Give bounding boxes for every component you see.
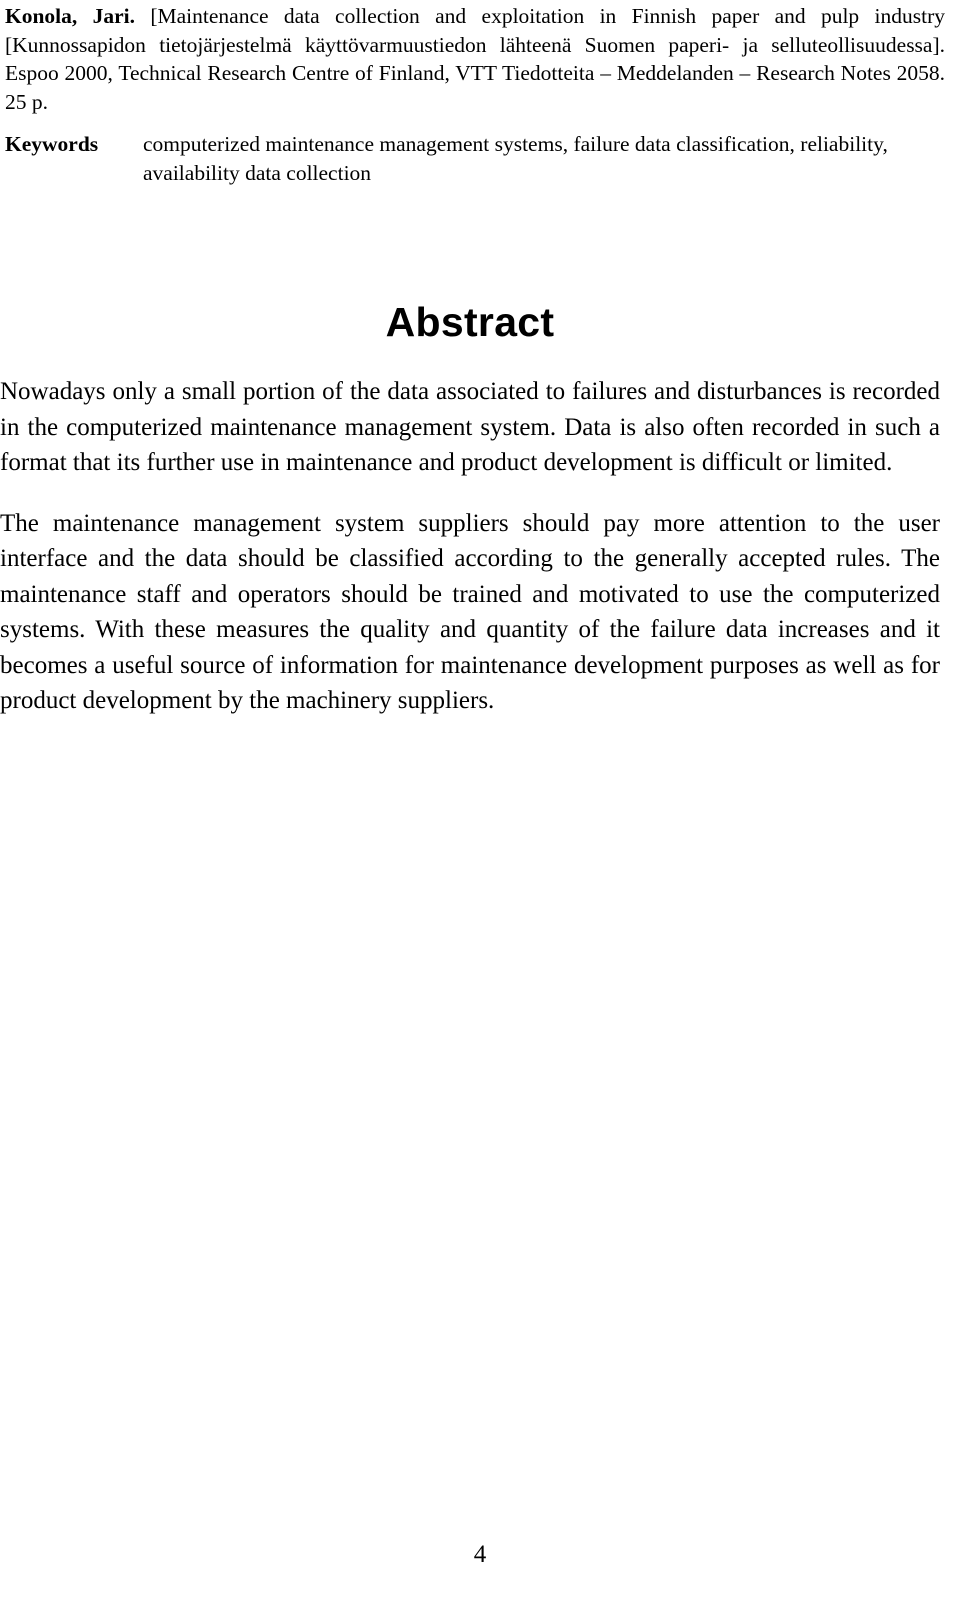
document-page: Konola, Jari. [Maintenance data collecti… [0,0,960,1600]
page-number: 4 [473,1541,487,1568]
keywords-value: computerized maintenance management syst… [143,132,888,185]
abstract-heading: Abstract [385,299,555,345]
citation-text: [Maintenance data collection and exploit… [5,4,945,114]
author-name: Konola, Jari. [5,4,136,28]
keywords-label: Keywords [5,132,99,156]
abstract-paragraph: Nowadays only a small portion of the dat… [0,378,940,476]
abstract-body: Nowadays only a small portion of the dat… [0,374,940,719]
page-content: Konola, Jari. [Maintenance data collecti… [5,0,945,187]
abstract-paragraph: The maintenance management system suppli… [0,509,940,715]
bibliographic-reference: Konola, Jari. [Maintenance data collecti… [5,0,945,116]
keywords-row: Keywords computerized maintenance manage… [5,130,945,187]
